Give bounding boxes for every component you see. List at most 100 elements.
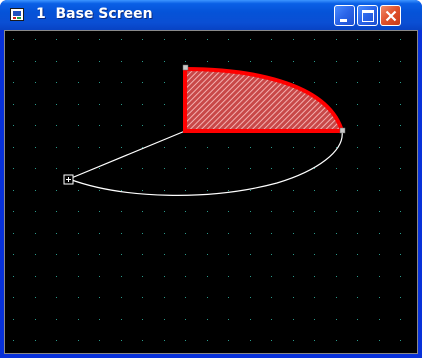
grid-dot [121,147,122,148]
grid-dot [164,297,165,298]
grid-dot [336,39,337,40]
grid-dot [13,211,14,212]
grid-dot [56,61,57,62]
grid-dot [314,276,315,277]
grid-dot [293,233,294,234]
title-bar[interactable]: 1 Base Screen [0,0,422,30]
grid-dot [35,211,36,212]
grid-dot [357,254,358,255]
grid-dot [78,168,79,169]
drawing-canvas[interactable] [4,30,418,354]
grid-dot [228,276,229,277]
grid-dot [121,125,122,126]
grid-dot [35,168,36,169]
grid-dot [164,233,165,234]
grid-dot [314,254,315,255]
grid-dot [228,297,229,298]
grid-dot [207,297,208,298]
grid-dot [400,340,401,341]
grid-dot [293,147,294,148]
grid-dot [357,168,358,169]
grid-dot [271,61,272,62]
grid-dot [99,168,100,169]
grid-dot [250,61,251,62]
grid-dot [99,319,100,320]
grid-dot [185,276,186,277]
grid-dot [121,211,122,212]
grid-dot [78,147,79,148]
grid-dot [35,340,36,341]
maximize-button[interactable] [357,5,378,26]
app-screen-icon[interactable] [10,8,24,21]
shape-handle-top[interactable] [182,64,189,71]
minimize-button[interactable] [334,5,355,26]
shape-handle-right[interactable] [339,127,346,134]
grid-dot [207,254,208,255]
grid-dot [56,104,57,105]
grid-dot [121,276,122,277]
grid-dot [35,82,36,83]
grid-dot [13,39,14,40]
curve-line[interactable] [68,130,186,180]
maximize-icon [362,10,374,22]
grid-dot [250,168,251,169]
grid-dot [379,254,380,255]
grid-dot [35,233,36,234]
grid-dot [56,82,57,83]
grid-dot [142,340,143,341]
grid-dot [293,190,294,191]
grid-dot [185,211,186,212]
grid-dot [13,125,14,126]
curve-arc[interactable] [68,130,343,196]
grid-dot [400,61,401,62]
grid-dot [271,147,272,148]
grid-dot [121,168,122,169]
grid-dot [99,147,100,148]
grid-dot [121,190,122,191]
grid-dot [207,233,208,234]
grid-dot [13,190,14,191]
grid-dot [400,276,401,277]
grid-dot [78,276,79,277]
grid-dot [400,39,401,40]
grid-dot [400,190,401,191]
grid-dot [400,147,401,148]
grid-dot [228,168,229,169]
grid-dot [207,211,208,212]
grid-dot [35,39,36,40]
close-button[interactable] [380,5,401,26]
grid-dot [250,297,251,298]
grid-dot [78,340,79,341]
grid-dot [56,276,57,277]
grid-dot [336,104,337,105]
grid-dot [121,340,122,341]
grid-dot [379,211,380,212]
grid-dot [379,233,380,234]
grid-dot [400,211,401,212]
grid-dot [250,147,251,148]
selected-quarter-ellipse[interactable] [183,66,345,133]
grid-dot [13,82,14,83]
grid-dot [293,297,294,298]
grid-dot [207,340,208,341]
grid-dot [78,319,79,320]
grid-dot [56,125,57,126]
grid-dot [35,297,36,298]
grid-dot [400,254,401,255]
grid-dot [357,61,358,62]
curve-start-handle[interactable] [63,174,74,185]
grid-dot [336,254,337,255]
grid-dot [185,254,186,255]
grid-dot [357,319,358,320]
grid-dot [379,147,380,148]
grid-dot [78,297,79,298]
grid-dot [13,254,14,255]
grid-dot [142,39,143,40]
grid-dot [336,190,337,191]
grid-dot [164,125,165,126]
grid-dot [357,276,358,277]
grid-dot [314,190,315,191]
grid-dot [379,39,380,40]
grid-dot [121,254,122,255]
grid-dot [379,340,380,341]
